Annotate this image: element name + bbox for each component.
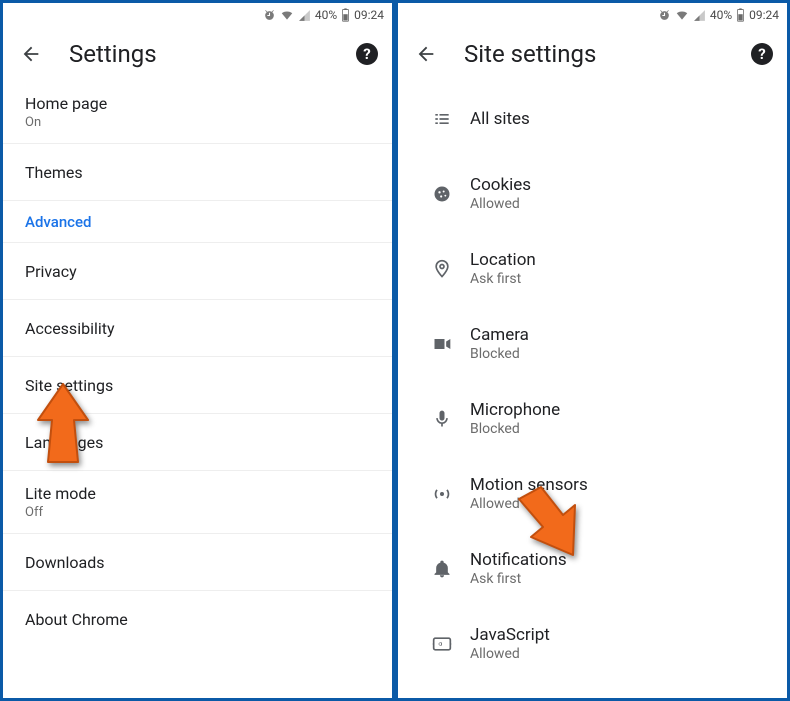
row-microphone[interactable]: Microphone Blocked xyxy=(398,381,787,456)
settings-list: Home page On Themes Advanced Privacy Acc… xyxy=(3,81,392,698)
row-cookies[interactable]: Cookies Allowed xyxy=(398,156,787,231)
row-camera[interactable]: Camera Blocked xyxy=(398,306,787,381)
wifi-icon xyxy=(280,8,294,22)
row-location[interactable]: Location Ask first xyxy=(398,231,787,306)
row-sub: Off xyxy=(25,505,378,520)
camera-icon xyxy=(418,334,466,354)
back-button[interactable] xyxy=(11,34,51,74)
status-bar: 40% 09:24 xyxy=(398,3,787,27)
wifi-icon xyxy=(675,8,689,22)
bell-icon xyxy=(418,559,466,579)
alarm-icon xyxy=(658,9,671,22)
battery-icon xyxy=(341,8,350,22)
row-label: Accessibility xyxy=(25,319,115,338)
help-button[interactable]: ? xyxy=(751,43,773,65)
row-sub: Ask first xyxy=(470,571,771,587)
row-privacy[interactable]: Privacy xyxy=(3,243,392,300)
page-title: Site settings xyxy=(446,40,751,68)
javascript-icon xyxy=(418,634,466,654)
row-label: About Chrome xyxy=(25,610,128,629)
row-sub: Allowed xyxy=(470,496,771,512)
row-sub: Ask first xyxy=(470,271,771,287)
row-javascript[interactable]: JavaScript Allowed xyxy=(398,606,787,681)
row-downloads[interactable]: Downloads xyxy=(3,534,392,591)
alarm-icon xyxy=(263,9,276,22)
row-label: Site settings xyxy=(25,376,113,395)
back-button[interactable] xyxy=(406,34,446,74)
row-label: Motion sensors xyxy=(470,475,771,495)
app-header: Settings ? xyxy=(3,27,392,81)
row-sub: Allowed xyxy=(470,196,771,212)
cookie-icon xyxy=(418,184,466,204)
row-label: Home page xyxy=(25,94,378,113)
row-sub: Blocked xyxy=(470,421,771,437)
row-languages[interactable]: Languages xyxy=(3,414,392,471)
row-home-page[interactable]: Home page On xyxy=(3,81,392,144)
row-about-chrome[interactable]: About Chrome xyxy=(3,591,392,648)
row-label: Privacy xyxy=(25,262,77,281)
row-site-settings[interactable]: Site settings xyxy=(3,357,392,414)
site-settings-list: All sites Cookies Allowed Location Ask f… xyxy=(398,81,787,698)
clock-text: 09:24 xyxy=(354,8,384,22)
signal-icon xyxy=(298,9,311,22)
row-label: Microphone xyxy=(470,400,771,420)
row-label: Languages xyxy=(25,433,103,452)
row-label: Notifications xyxy=(470,550,771,570)
row-label: Location xyxy=(470,250,771,270)
row-label: All sites xyxy=(470,109,771,129)
battery-pct: 40% xyxy=(315,8,337,22)
row-sub: On xyxy=(25,115,378,130)
mic-icon xyxy=(418,409,466,429)
app-header: Site settings ? xyxy=(398,27,787,81)
location-icon xyxy=(418,259,466,279)
list-icon xyxy=(418,109,466,129)
row-label: Downloads xyxy=(25,553,104,572)
signal-icon xyxy=(693,9,706,22)
row-accessibility[interactable]: Accessibility xyxy=(3,300,392,357)
row-label: Camera xyxy=(470,325,771,345)
row-themes[interactable]: Themes xyxy=(3,144,392,201)
status-bar: 40% 09:24 xyxy=(3,3,392,27)
section-advanced: Advanced xyxy=(3,201,392,243)
left-screenshot: 40% 09:24 Settings ? Home page On Themes… xyxy=(0,0,395,701)
row-label: JavaScript xyxy=(470,625,771,645)
row-sub: Blocked xyxy=(470,346,771,362)
row-sub: Allowed xyxy=(470,646,771,662)
row-lite-mode[interactable]: Lite mode Off xyxy=(3,471,392,534)
sensor-icon xyxy=(418,484,466,504)
row-label: Themes xyxy=(25,163,83,182)
help-button[interactable]: ? xyxy=(356,43,378,65)
battery-pct: 40% xyxy=(710,8,732,22)
page-title: Settings xyxy=(51,40,356,68)
battery-icon xyxy=(736,8,745,22)
row-notifications[interactable]: Notifications Ask first xyxy=(398,531,787,606)
clock-text: 09:24 xyxy=(749,8,779,22)
right-screenshot: 40% 09:24 Site settings ? All sites Cook xyxy=(395,0,790,701)
row-label: Cookies xyxy=(470,175,771,195)
row-label: Lite mode xyxy=(25,484,378,503)
row-motion-sensors[interactable]: Motion sensors Allowed xyxy=(398,456,787,531)
row-all-sites[interactable]: All sites xyxy=(398,81,787,156)
